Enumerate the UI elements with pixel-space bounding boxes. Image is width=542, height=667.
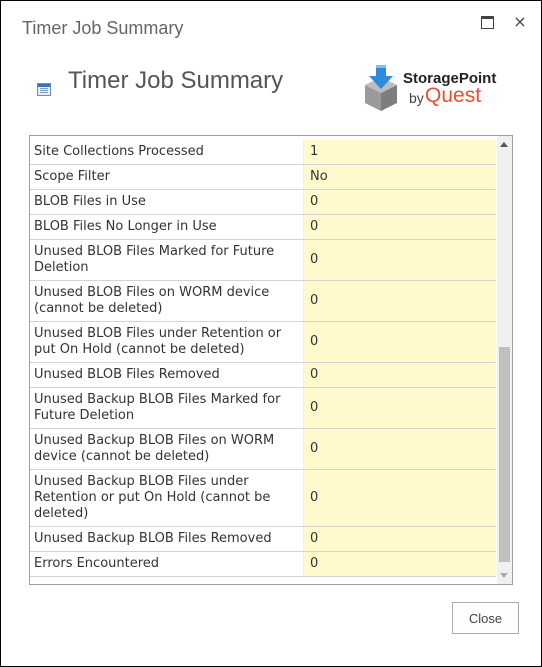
row-value: 0 bbox=[303, 429, 496, 469]
row-value: 0 bbox=[303, 552, 496, 576]
summary-panel: Site Collections Processed 1 Scope Filter N… bbox=[29, 135, 513, 585]
row-label: Unused BLOB Files Removed bbox=[34, 367, 220, 382]
scroll-down-icon[interactable] bbox=[500, 573, 508, 578]
scrollbar-thumb[interactable] bbox=[499, 347, 510, 562]
row-label: Errors Encountered bbox=[34, 556, 160, 571]
row-label: Unused Backup BLOB Files under Retention… bbox=[34, 474, 271, 521]
row-label: Unused BLOB Files under Retention or put… bbox=[34, 326, 282, 357]
table-row: Unused BLOB Files on WORM device (cannot… bbox=[30, 281, 496, 322]
close-button[interactable]: Close bbox=[452, 602, 519, 634]
row-value: 0 bbox=[303, 240, 496, 280]
table-row: Unused BLOB Files under Retention or put… bbox=[30, 322, 496, 363]
storagepoint-logo: StoragePoint by Quest bbox=[361, 63, 501, 113]
logo-by-text: by bbox=[409, 90, 424, 106]
table-row: BLOB Files in Use 0 bbox=[30, 190, 496, 215]
row-label: Unused BLOB Files on WORM device (cannot… bbox=[34, 285, 270, 316]
row-label: Unused Backup BLOB Files on WORM device … bbox=[34, 433, 275, 464]
summary-table: Site Collections Processed 1 Scope Filter N… bbox=[30, 140, 496, 577]
table-row: Scope Filter No bbox=[30, 165, 496, 190]
row-label: BLOB Files in Use bbox=[34, 194, 146, 209]
row-label: Unused Backup BLOB Files Removed bbox=[34, 531, 272, 546]
table-row: Site Collections Processed 1 bbox=[30, 140, 496, 165]
row-value: 0 bbox=[303, 322, 496, 362]
table-row: Unused Backup BLOB Files Removed 0 bbox=[30, 527, 496, 552]
row-value: 1 bbox=[303, 140, 496, 164]
row-label: Unused Backup BLOB Files Marked for Futu… bbox=[34, 392, 281, 423]
logo-quest-text: Quest bbox=[425, 84, 482, 107]
row-label: Unused BLOB Files Marked for Future Dele… bbox=[34, 244, 275, 275]
row-value: 0 bbox=[303, 363, 496, 387]
table-row: Unused BLOB Files Marked for Future Dele… bbox=[30, 240, 496, 281]
row-label: Site Collections Processed bbox=[34, 144, 204, 159]
table-list-icon bbox=[37, 83, 51, 96]
row-value: No bbox=[303, 165, 496, 189]
maximize-icon[interactable] bbox=[479, 13, 497, 31]
row-value: 0 bbox=[303, 215, 496, 239]
table-row: Unused BLOB Files Removed 0 bbox=[30, 363, 496, 388]
row-label: BLOB Files No Longer in Use bbox=[34, 219, 217, 234]
table-row: Errors Encountered 0 bbox=[30, 552, 496, 577]
table-row: Unused Backup BLOB Files under Retention… bbox=[30, 470, 496, 527]
table-row: Unused Backup BLOB Files on WORM device … bbox=[30, 429, 496, 470]
row-value: 0 bbox=[303, 388, 496, 428]
vertical-scrollbar[interactable] bbox=[497, 136, 512, 584]
row-value: 0 bbox=[303, 527, 496, 551]
table-row: Unused Backup BLOB Files Marked for Futu… bbox=[30, 388, 496, 429]
close-icon[interactable]: × bbox=[511, 13, 529, 31]
row-value: 0 bbox=[303, 190, 496, 214]
dialog-title: Timer Job Summary bbox=[22, 18, 184, 38]
row-value: 0 bbox=[303, 281, 496, 321]
scroll-up-icon[interactable] bbox=[500, 142, 508, 147]
row-value: 0 bbox=[303, 470, 496, 526]
table-row: BLOB Files No Longer in Use 0 bbox=[30, 215, 496, 240]
storagepoint-box-icon bbox=[365, 65, 397, 111]
dialog: Timer Job Summary × Timer Job Summary St… bbox=[0, 0, 542, 667]
row-label: Scope Filter bbox=[34, 169, 110, 184]
page-title: Timer Job Summary bbox=[68, 67, 284, 94]
